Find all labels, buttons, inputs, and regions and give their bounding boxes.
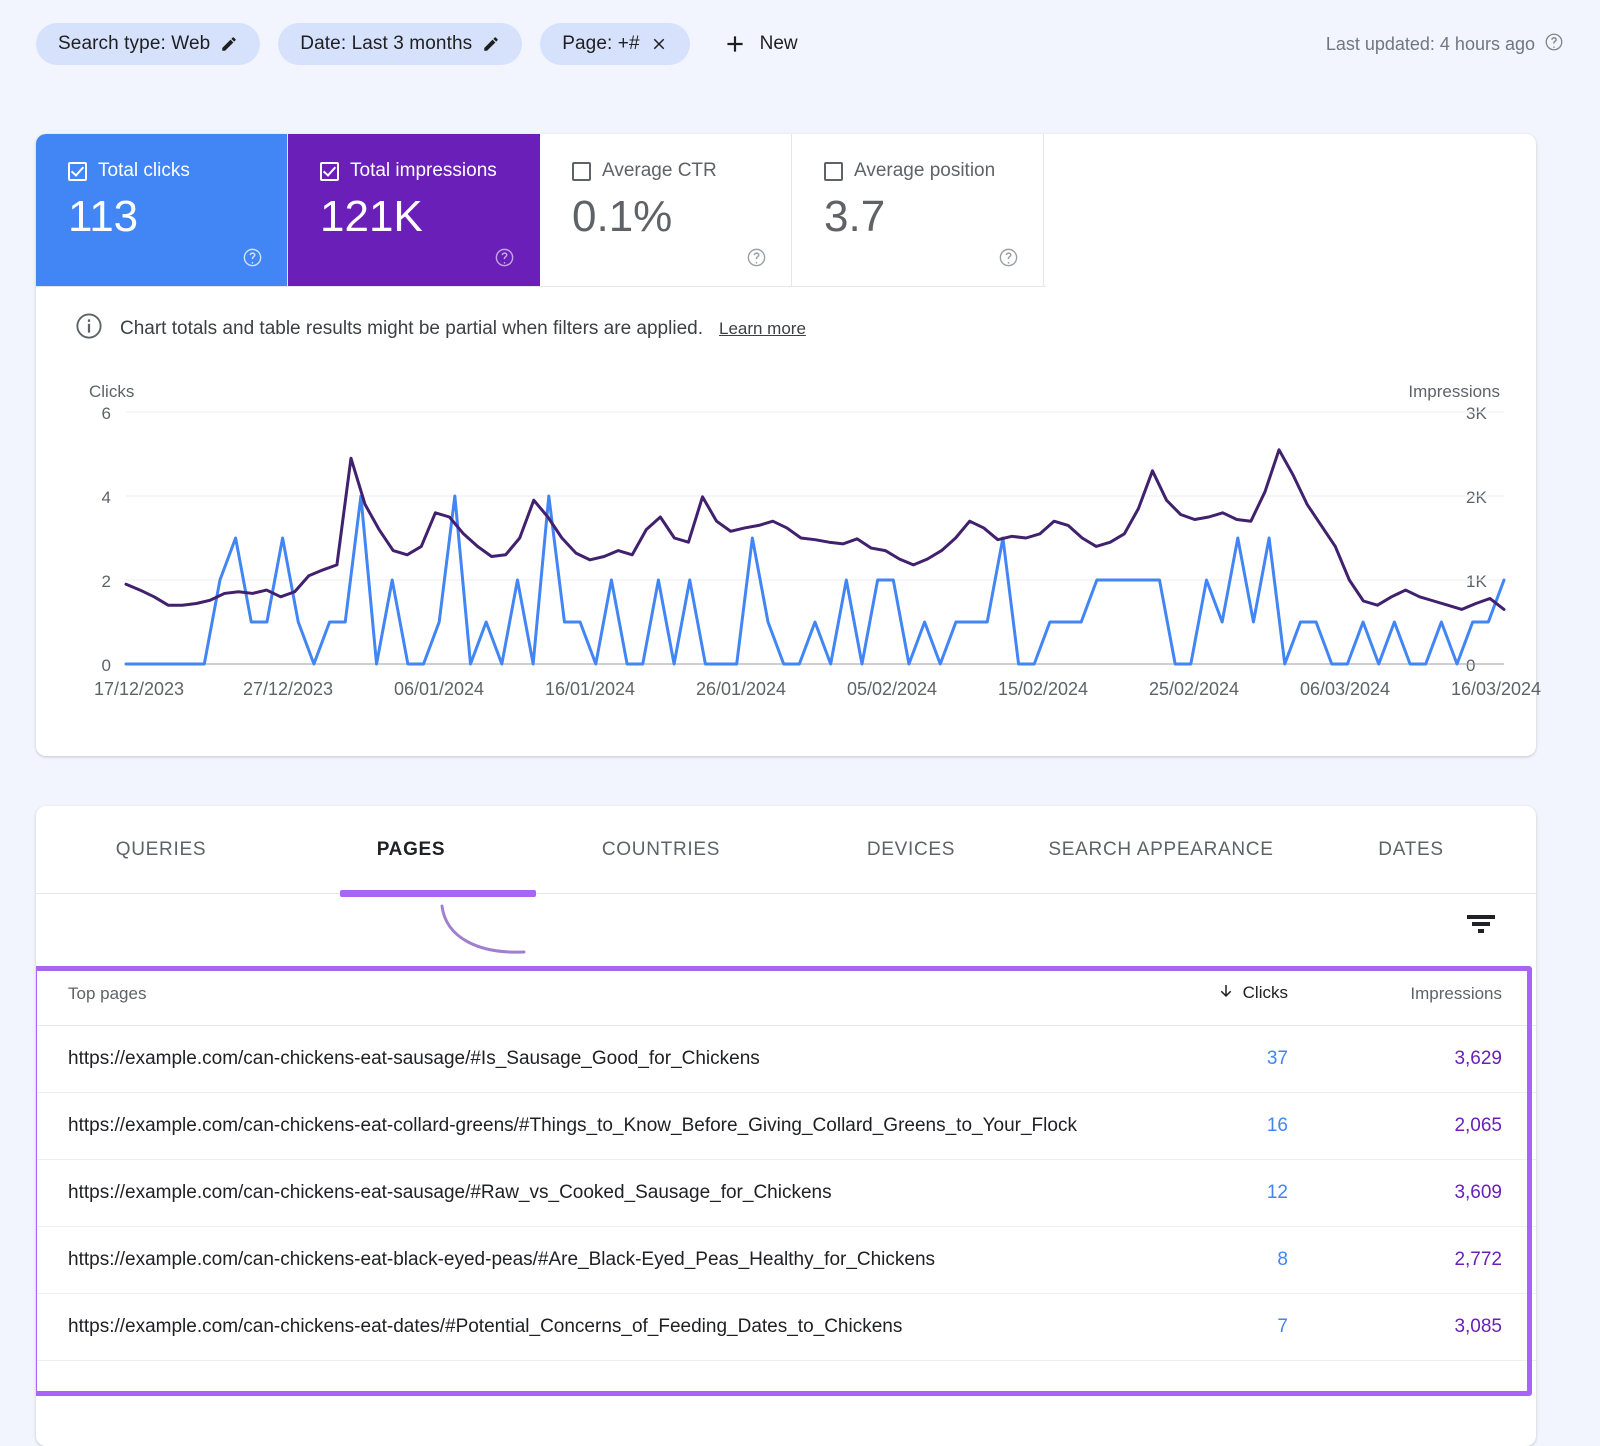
sort-descending-icon <box>1217 982 1235 1005</box>
info-icon <box>74 311 104 347</box>
chip-search-type-label: Search type: Web <box>58 33 211 54</box>
chart-x-tick-8: 06/03/2024 <box>1299 679 1391 699</box>
checkbox-average-ctr[interactable] <box>572 161 591 181</box>
metric-total-impressions-header: Total impressions <box>320 160 539 182</box>
dimension-tabs: QUERIES PAGES COUNTRIES DEVICES SEARCH A… <box>36 806 1536 897</box>
plus-icon <box>722 31 748 57</box>
cell-impressions: 2,772 <box>1322 1226 1536 1294</box>
cell-page: https://example.com/can-chickens-eat-sau… <box>36 1159 1078 1227</box>
filter-bar: Search type: Web Date: Last 3 months Pag… <box>0 0 1600 88</box>
checkbox-total-impressions[interactable] <box>320 161 339 181</box>
close-icon[interactable] <box>650 35 668 53</box>
performance-overview-card: Total clicks 113 Total impressions 121K … <box>36 134 1541 756</box>
pencil-icon[interactable] <box>482 35 500 53</box>
table-row[interactable]: https://example.com/can-chickens-eat-dat… <box>36 1293 1536 1361</box>
column-header-clicks-label: Clicks <box>1242 983 1288 1002</box>
top-pages-table: Top pages Clicks Impressions https://exa… <box>36 960 1536 1361</box>
metric-average-position-value: 3.7 <box>824 192 886 241</box>
partial-data-notice-text: Chart totals and table results might be … <box>120 318 703 339</box>
table-row[interactable]: https://example.com/can-chickens-eat-sau… <box>36 1159 1536 1227</box>
tab-queries[interactable]: QUERIES <box>36 806 286 894</box>
last-updated-label: Last updated: 4 hours ago <box>1325 33 1535 54</box>
metric-average-position[interactable]: Average position 3.7 <box>792 134 1044 286</box>
table-row[interactable]: https://example.com/can-chickens-eat-col… <box>36 1092 1536 1160</box>
cell-page: https://example.com/can-chickens-eat-col… <box>36 1092 1078 1160</box>
learn-more-link[interactable]: Learn more <box>719 319 806 339</box>
chart-line-impressions <box>124 448 1506 611</box>
checkbox-total-clicks[interactable] <box>68 161 87 181</box>
chip-date-label: Date: Last 3 months <box>300 33 473 54</box>
cell-impressions: 3,609 <box>1322 1159 1536 1227</box>
metric-average-ctr-label: Average CTR <box>602 160 717 181</box>
table-body: https://example.com/can-chickens-eat-sau… <box>36 1025 1536 1361</box>
help-icon[interactable] <box>242 247 263 268</box>
cell-clicks: 8 <box>1078 1226 1322 1294</box>
tab-countries[interactable]: COUNTRIES <box>536 806 786 894</box>
cell-clicks: 37 <box>1078 1025 1322 1093</box>
help-icon[interactable] <box>1544 32 1564 57</box>
metric-average-ctr-value: 0.1% <box>572 192 673 241</box>
help-icon[interactable] <box>998 247 1019 268</box>
chart-x-tick-9: 16/03/2024 <box>1450 679 1542 699</box>
new-filter-label: New <box>759 33 798 54</box>
filter-icon[interactable] <box>1464 910 1498 936</box>
checkbox-average-position[interactable] <box>824 161 843 181</box>
annotation-arrow <box>440 904 526 954</box>
metric-total-clicks[interactable]: Total clicks 113 <box>36 134 288 286</box>
cell-page: https://example.com/can-chickens-eat-sau… <box>36 1025 1078 1093</box>
cell-clicks: 16 <box>1078 1092 1322 1160</box>
table-row[interactable]: https://example.com/can-chickens-eat-sau… <box>36 1025 1536 1093</box>
chart-x-tick-7: 25/02/2024 <box>1148 679 1240 699</box>
chip-page[interactable]: Page: +# <box>540 23 690 65</box>
tab-search-appearance[interactable]: SEARCH APPEARANCE <box>1036 806 1286 894</box>
chart-x-tick-6: 15/02/2024 <box>997 679 1089 699</box>
tab-devices[interactable]: DEVICES <box>786 806 1036 894</box>
column-header-impressions[interactable]: Impressions <box>1322 960 1536 1026</box>
dimension-table-card: QUERIES PAGES COUNTRIES DEVICES SEARCH A… <box>36 806 1536 1446</box>
metric-average-position-label: Average position <box>854 160 996 181</box>
chart-x-tick-5: 05/02/2024 <box>846 679 938 699</box>
help-icon[interactable] <box>746 247 767 268</box>
metric-cards: Total clicks 113 Total impressions 121K … <box>36 134 1046 287</box>
cell-impressions: 2,065 <box>1322 1092 1536 1160</box>
metric-total-impressions-value: 121K <box>320 192 423 241</box>
last-updated: Last updated: 4 hours ago <box>1326 32 1564 57</box>
cell-clicks: 7 <box>1078 1293 1322 1361</box>
table-toolbar <box>36 894 1536 960</box>
metric-total-impressions[interactable]: Total impressions 121K <box>288 134 540 286</box>
chip-date[interactable]: Date: Last 3 months <box>278 23 523 65</box>
pencil-icon[interactable] <box>220 35 238 53</box>
chip-search-type[interactable]: Search type: Web <box>36 23 261 65</box>
performance-chart: Clicks Impressions 6 4 2 0 3K 2K 1K 0 17… <box>36 382 1541 742</box>
metric-average-ctr-header: Average CTR <box>572 160 791 182</box>
table-header-row: Top pages Clicks Impressions <box>36 960 1536 1026</box>
column-header-top-pages[interactable]: Top pages <box>36 960 1078 1026</box>
chart-x-tick-1: 27/12/2023 <box>242 679 334 699</box>
chart-x-tick-4: 26/01/2024 <box>695 679 787 699</box>
metric-total-clicks-value: 113 <box>68 192 139 241</box>
cell-clicks: 12 <box>1078 1159 1322 1227</box>
metric-total-clicks-header: Total clicks <box>68 160 287 182</box>
column-header-clicks[interactable]: Clicks <box>1078 960 1322 1026</box>
cell-impressions: 3,629 <box>1322 1025 1536 1093</box>
table-head: Top pages Clicks Impressions <box>36 960 1536 1026</box>
tab-dates[interactable]: DATES <box>1286 806 1536 894</box>
new-filter-button[interactable]: New <box>716 23 812 65</box>
cell-page: https://example.com/can-chickens-eat-bla… <box>36 1226 1078 1294</box>
table-row[interactable]: https://example.com/can-chickens-eat-bla… <box>36 1226 1536 1294</box>
cell-page: https://example.com/can-chickens-eat-dat… <box>36 1293 1078 1361</box>
chart-x-tick-3: 16/01/2024 <box>544 679 636 699</box>
metric-total-impressions-label: Total impressions <box>350 160 497 181</box>
metric-average-ctr[interactable]: Average CTR 0.1% <box>540 134 792 286</box>
partial-data-notice: Chart totals and table results might be … <box>36 287 1536 347</box>
help-icon[interactable] <box>494 247 515 268</box>
cell-impressions: 3,085 <box>1322 1293 1536 1361</box>
tab-pages[interactable]: PAGES <box>286 806 536 894</box>
chart-x-tick-0: 17/12/2023 <box>93 679 185 699</box>
metric-total-clicks-label: Total clicks <box>98 160 190 181</box>
chip-page-label: Page: +# <box>562 33 640 54</box>
metric-average-position-header: Average position <box>824 160 1043 182</box>
chart-x-tick-2: 06/01/2024 <box>393 679 485 699</box>
